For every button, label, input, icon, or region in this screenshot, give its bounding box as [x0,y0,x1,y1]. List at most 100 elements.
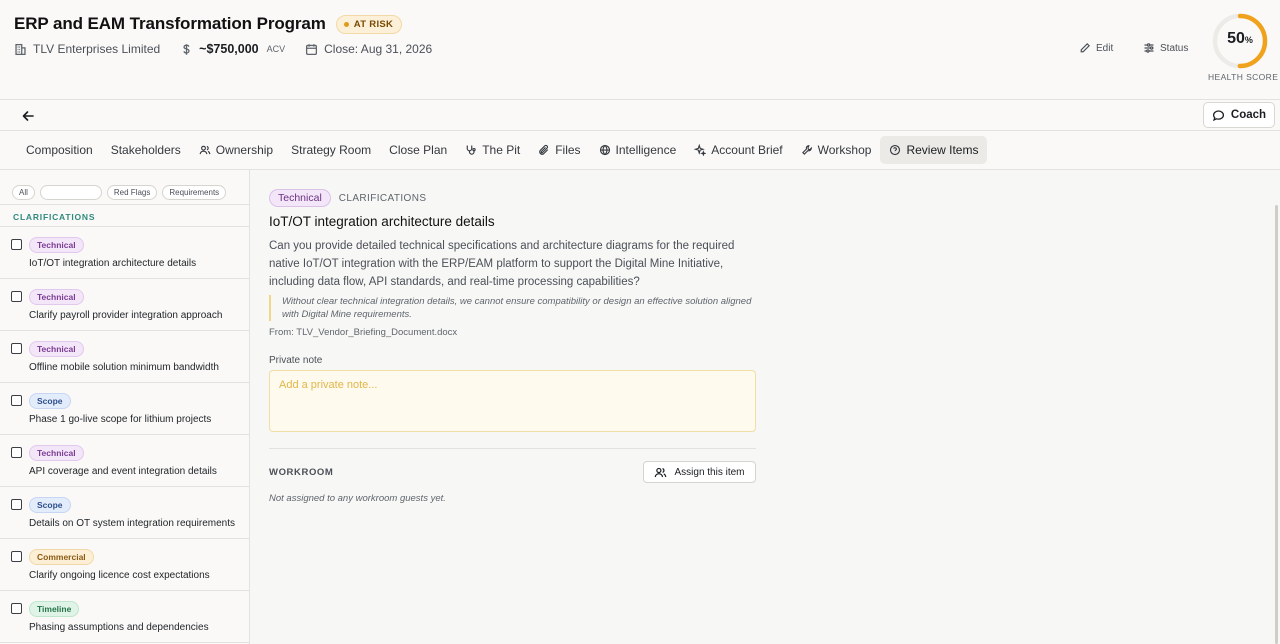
acv-meta: ~$750,000 ACV [180,42,285,56]
item-checkbox[interactable] [11,395,22,406]
tab-ownership[interactable]: Ownership [190,136,282,164]
close-date: Close: Aug 31, 2026 [324,42,433,56]
list-item[interactable]: Scope Details on OT system integration r… [0,487,249,539]
health-percent-sign: % [1244,35,1253,45]
detail-tag: Technical [269,189,331,207]
users-icon [199,145,211,155]
filter-red-flags[interactable]: Red Flags [106,184,158,200]
item-tag: Commercial [29,549,94,565]
review-item-detail: Technical CLARIFICATIONS IoT/OT integrat… [251,170,1280,644]
help-circle-icon [890,144,901,156]
list-item[interactable]: Timeline Phasing assumptions and depende… [0,591,249,643]
item-checkbox[interactable] [11,551,22,562]
item-checkbox[interactable] [11,291,22,302]
tab-label: Workshop [817,143,872,157]
private-note-label: Private note [269,355,323,366]
tab-workshop[interactable]: Workshop [792,136,881,164]
acv-unit: ACV [266,44,286,54]
company-name: TLV Enterprises Limited [33,42,161,56]
tab-the-pit[interactable]: The Pit [456,136,529,164]
item-tag: Technical [29,341,84,357]
item-checkbox[interactable] [11,447,22,458]
assign-item-button[interactable]: Assign this item [643,461,756,483]
item-label: API coverage and event integration detai… [29,466,217,477]
private-note-input[interactable] [269,370,756,432]
detail-description: Can you provide detailed technical speci… [269,240,735,288]
navigation-bar: Coach [0,100,1280,131]
building-icon [15,43,26,55]
tab-label: Review Items [906,143,979,157]
item-tag: Scope [29,497,71,513]
tab-composition[interactable]: Composition [17,136,102,164]
tab-stakeholders[interactable]: Stakeholders [102,136,190,164]
deal-header: ERP and EAM Transformation Program AT RI… [0,0,1280,100]
edit-button[interactable]: Edit [1079,42,1113,54]
status-badge: AT RISK [335,14,403,34]
item-label: Offline mobile solution minimum bandwidt… [29,362,219,373]
health-score-value: 50% [1208,30,1272,48]
tab-label: Composition [26,143,93,157]
paperclip-icon [539,144,549,155]
item-label: Phase 1 go-live scope for lithium projec… [29,414,212,425]
back-arrow-icon[interactable] [20,108,36,124]
detail-source: From: TLV_Vendor_Briefing_Document.docx [269,327,458,338]
item-checkbox[interactable] [11,603,22,614]
dollar-icon [183,43,190,55]
divider [269,448,756,449]
item-checkbox[interactable] [11,499,22,510]
status-button[interactable]: Status [1143,42,1188,54]
status-badge-label: AT RISK [353,18,394,30]
health-score-label: HEALTH SCORE [1208,72,1279,82]
item-tag: Timeline [29,601,80,617]
review-items-list: All Red Flags Requirements CLARIFICATION… [0,170,250,644]
item-checkbox[interactable] [11,239,22,250]
workroom-label: WORKROOM [269,467,334,478]
item-label: Details on OT system integration require… [29,518,236,529]
item-tag: Technical [29,289,84,305]
tab-label: Account Brief [711,143,783,157]
item-checkbox[interactable] [11,343,22,354]
list-item[interactable]: Scope Phase 1 go-live scope for lithium … [0,383,249,435]
globe-icon [599,144,610,156]
tab-close-plan[interactable]: Close Plan [380,136,456,164]
coach-button[interactable]: Coach [1203,102,1275,128]
item-label: Clarify ongoing licence cost expectation… [29,570,210,581]
list-item[interactable]: Technical Offline mobile solution minimu… [0,331,249,383]
detail-category: CLARIFICATIONS [338,192,427,204]
filter-search-input[interactable] [39,184,102,200]
tab-label: Files [555,143,581,157]
status-label: Status [1160,42,1189,54]
detail-tag-row: Technical CLARIFICATIONS [269,189,426,207]
calendar-icon [306,43,318,55]
tab-label: The Pit [482,143,521,157]
tab-label: Stakeholders [110,143,181,157]
chat-bubble-icon [1212,109,1224,121]
health-score: 50% HEALTH SCORE [1208,12,1279,82]
scrollbar[interactable] [1275,205,1278,644]
tab-label: Strategy Room [291,143,372,157]
assign-label: Assign this item [674,466,745,478]
wrench-icon [801,145,812,155]
item-tag: Scope [29,393,71,409]
list-item[interactable]: Technical Clarify payroll provider integ… [0,279,249,331]
tab-review-items[interactable]: Review Items [880,136,988,164]
stethoscope-icon [466,145,476,155]
coach-label: Coach [1230,109,1267,121]
filter-bar: All Red Flags Requirements [0,170,249,205]
tab-files[interactable]: Files [529,136,589,164]
acv-value: ~$750,000 [199,42,259,56]
tab-account-brief[interactable]: Account Brief [685,136,791,164]
tab-strategy-room[interactable]: Strategy Room [282,136,380,164]
filter-requirements[interactable]: Requirements [162,184,227,200]
section-title: CLARIFICATIONS [0,205,249,227]
list-item[interactable]: Technical API coverage and event integra… [0,435,249,487]
item-label: Clarify payroll provider integration app… [29,310,223,321]
workroom-empty-text: Not assigned to any workroom guests yet. [269,493,446,504]
tab-bar: Composition Stakeholders Ownership Strat… [0,131,1280,170]
tab-intelligence[interactable]: Intelligence [590,136,686,164]
close-date-meta: Close: Aug 31, 2026 [305,42,432,56]
filter-all[interactable]: All [12,184,35,200]
tab-label: Ownership [215,143,274,157]
list-item[interactable]: Technical IoT/OT integration architectur… [0,227,249,279]
list-item[interactable]: Commercial Clarify ongoing licence cost … [0,539,249,591]
